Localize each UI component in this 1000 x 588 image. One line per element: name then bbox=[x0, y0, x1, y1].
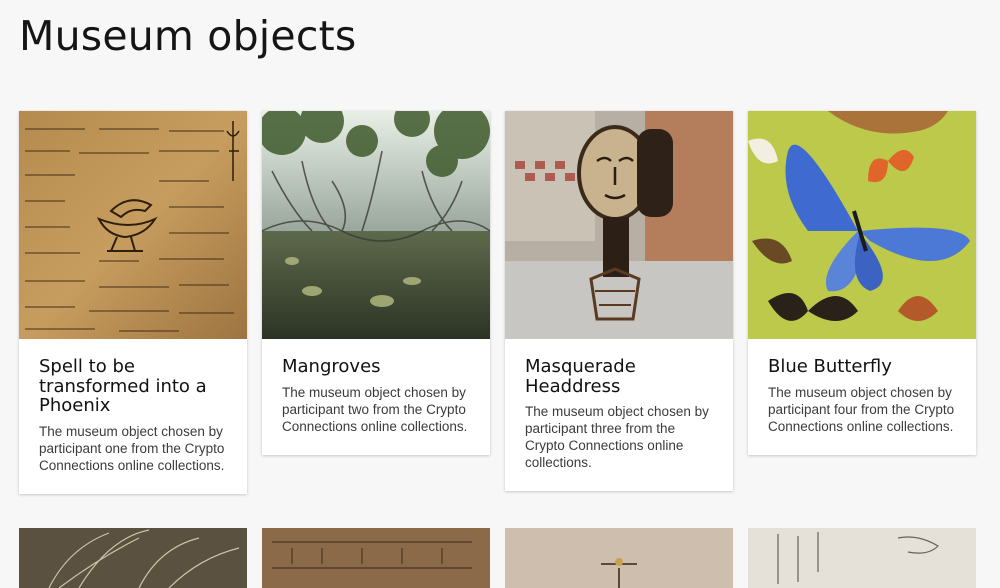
mangroves-image[interactable] bbox=[262, 111, 490, 339]
butterfly-image[interactable] bbox=[748, 111, 976, 339]
card-description: The museum object chosen by participant … bbox=[282, 384, 468, 434]
card-description: The museum object chosen by participant … bbox=[39, 423, 225, 473]
script-paper-image[interactable] bbox=[748, 528, 976, 588]
card-description: The museum object chosen by participant … bbox=[768, 384, 955, 434]
card-title[interactable]: Mangroves bbox=[282, 357, 470, 377]
museum-object-card[interactable]: Mangroves The museum object chosen by pa… bbox=[262, 111, 490, 455]
card-title[interactable]: Spell to be transformed into a Phoenix bbox=[39, 357, 227, 416]
artifact-image[interactable] bbox=[505, 528, 733, 588]
museum-object-card[interactable]: Blue Butterfly The museum object chosen … bbox=[748, 111, 976, 455]
cactus-image[interactable] bbox=[19, 528, 247, 588]
museum-object-card[interactable]: Masquerade Headdress The museum object c… bbox=[505, 111, 733, 491]
card-title[interactable]: Blue Butterfly bbox=[768, 357, 956, 377]
card-description: The museum object chosen by participant … bbox=[525, 404, 709, 470]
card-title[interactable]: Masquerade Headdress bbox=[525, 357, 713, 396]
museum-object-card[interactable]: Spell to be transformed into a Phoenix T… bbox=[19, 111, 247, 494]
page-title: Museum objects bbox=[19, 12, 357, 60]
headdress-image[interactable] bbox=[505, 111, 733, 339]
papyrus-image[interactable] bbox=[19, 111, 247, 339]
manuscript-image[interactable] bbox=[262, 528, 490, 588]
